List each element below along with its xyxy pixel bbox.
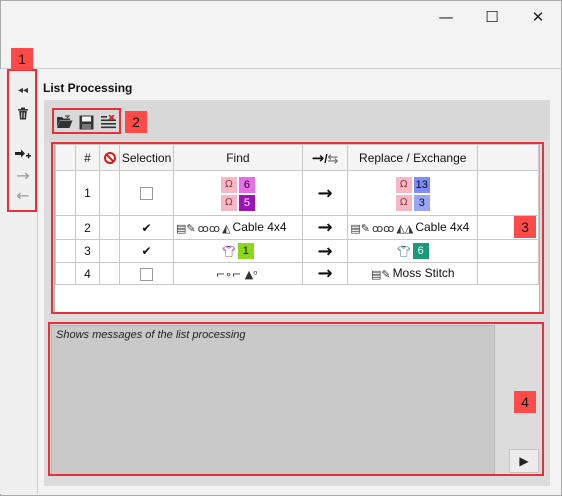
callout-1-label: 1 — [11, 48, 33, 70]
close-icon: ✕ — [531, 8, 545, 26]
callout-2-frame — [52, 108, 121, 134]
callout-3-label: 3 — [514, 216, 536, 238]
close-button[interactable]: ✕ — [515, 1, 561, 33]
callout-4-frame — [48, 322, 544, 476]
callout-2-label: 2 — [125, 111, 147, 133]
minimize-button[interactable]: — — [423, 1, 469, 33]
minimize-icon: — — [438, 8, 454, 26]
callout-4-label: 4 — [514, 391, 536, 413]
callout-3-frame — [51, 142, 544, 314]
menu-band — [1, 33, 561, 69]
callout-1-frame — [7, 69, 37, 212]
title-bar: — ☐ ✕ — [1, 1, 561, 33]
maximize-button[interactable]: ☐ — [469, 1, 515, 33]
maximize-icon: ☐ — [485, 8, 499, 26]
page-title: List Processing — [43, 81, 133, 95]
